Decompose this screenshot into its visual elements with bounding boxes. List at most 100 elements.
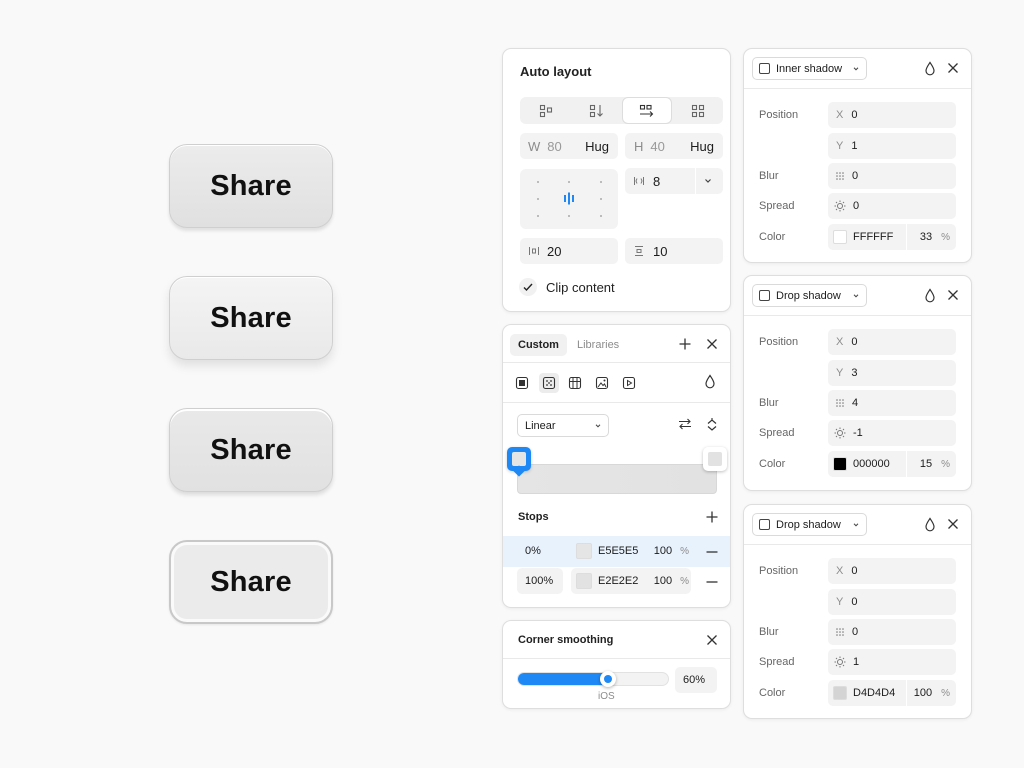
align-dot bbox=[568, 181, 570, 183]
align-dot bbox=[537, 181, 539, 183]
fill-header-divider bbox=[503, 362, 730, 363]
horizontal-padding-field[interactable]: 20 bbox=[520, 238, 618, 264]
color-field[interactable]: D4D4D4 100 % bbox=[828, 680, 956, 706]
y-value: 0 bbox=[851, 596, 858, 608]
chevron-down-icon[interactable] bbox=[703, 176, 713, 186]
close-icon[interactable] bbox=[946, 288, 960, 302]
corner-divider bbox=[503, 658, 730, 659]
stop-position: 100% bbox=[525, 575, 554, 587]
y-value: 1 bbox=[851, 140, 858, 152]
vertical-padding-field[interactable]: 10 bbox=[625, 238, 723, 264]
align-dot bbox=[600, 215, 602, 217]
y-label: Y bbox=[836, 596, 844, 608]
y-field[interactable]: Y 0 bbox=[828, 589, 956, 615]
blur-field[interactable]: 4 bbox=[828, 390, 956, 416]
close-icon[interactable] bbox=[705, 633, 719, 647]
x-label: X bbox=[836, 336, 844, 348]
align-dot bbox=[600, 198, 602, 200]
close-icon[interactable] bbox=[946, 61, 960, 75]
stop-position-field[interactable]: 0% bbox=[517, 538, 563, 564]
stop-position-field[interactable]: 100% bbox=[517, 568, 563, 594]
stop-color-field[interactable]: E5E5E5 100 % bbox=[571, 538, 691, 564]
corner-smoothing-value-field[interactable]: 60% bbox=[675, 667, 717, 693]
spread-field[interactable]: 0 bbox=[828, 193, 956, 219]
width-mode[interactable]: Hug bbox=[585, 139, 609, 154]
image-fill-icon[interactable] bbox=[593, 374, 611, 392]
pattern-fill-icon[interactable] bbox=[566, 374, 584, 392]
x-field[interactable]: X 0 bbox=[828, 558, 956, 584]
effect-square-icon bbox=[759, 290, 770, 301]
remove-stop-icon[interactable] bbox=[705, 575, 719, 589]
stops-title: Stops bbox=[518, 511, 549, 523]
x-value: 0 bbox=[851, 565, 858, 577]
color-field[interactable]: FFFFFF 33 % bbox=[828, 224, 956, 250]
gap-value: 8 bbox=[653, 173, 661, 189]
opacity-drop-icon[interactable] bbox=[703, 374, 717, 390]
effect-type-label: Drop shadow bbox=[776, 518, 841, 531]
share-button-variant-3[interactable]: Share bbox=[169, 408, 333, 492]
rotate-icon[interactable] bbox=[705, 417, 719, 433]
share-button-variant-2[interactable]: Share bbox=[169, 276, 333, 360]
width-field[interactable]: W 80 Hug bbox=[520, 133, 618, 159]
video-fill-icon[interactable] bbox=[620, 374, 638, 392]
gradient-stop-handle-start[interactable] bbox=[507, 447, 531, 477]
close-icon[interactable] bbox=[946, 517, 960, 531]
remove-stop-icon[interactable] bbox=[705, 545, 719, 559]
gradient-preview-bar[interactable] bbox=[517, 464, 717, 494]
effect-header-divider bbox=[744, 315, 971, 316]
effect-type-dropdown[interactable]: Drop shadow bbox=[752, 513, 867, 536]
effect-visibility-drop-icon[interactable] bbox=[923, 61, 937, 77]
gradient-type-dropdown[interactable]: Linear bbox=[517, 414, 609, 437]
x-field[interactable]: X 0 bbox=[828, 102, 956, 128]
direction-grid-icon[interactable] bbox=[672, 97, 723, 124]
share-button-variant-4[interactable]: Share bbox=[169, 540, 333, 624]
height-field[interactable]: H 40 Hug bbox=[625, 133, 723, 159]
color-hex: 000000 bbox=[853, 458, 890, 470]
close-icon[interactable] bbox=[705, 337, 719, 351]
solid-fill-icon[interactable] bbox=[513, 374, 531, 392]
blur-icon bbox=[835, 171, 845, 181]
clip-content-checkbox[interactable] bbox=[519, 278, 537, 296]
y-field[interactable]: Y 3 bbox=[828, 360, 956, 386]
spread-field[interactable]: -1 bbox=[828, 420, 956, 446]
x-label: X bbox=[836, 565, 844, 577]
add-stop-icon[interactable] bbox=[705, 510, 719, 524]
blur-field[interactable]: 0 bbox=[828, 619, 956, 645]
spread-field[interactable]: 1 bbox=[828, 649, 956, 675]
tab-libraries[interactable]: Libraries bbox=[577, 339, 619, 351]
thumb-dot bbox=[604, 675, 613, 683]
direction-wrap-icon[interactable] bbox=[520, 97, 571, 124]
effect-type-dropdown[interactable]: Inner shadow bbox=[752, 57, 867, 80]
position-label: Position bbox=[759, 109, 799, 121]
direction-horizontal-icon[interactable] bbox=[622, 97, 672, 124]
effect-visibility-drop-icon[interactable] bbox=[923, 517, 937, 533]
share-button-variant-1[interactable]: Share bbox=[169, 144, 333, 228]
tab-custom[interactable]: Custom bbox=[510, 334, 567, 356]
height-value: 40 bbox=[650, 138, 665, 154]
gradient-stop-handle-end[interactable] bbox=[703, 447, 727, 471]
y-field[interactable]: Y 1 bbox=[828, 133, 956, 159]
gap-field[interactable]: 8 bbox=[625, 168, 723, 194]
color-opacity-unit: % bbox=[941, 687, 950, 699]
effect-visibility-drop-icon[interactable] bbox=[923, 288, 937, 304]
effect-header-divider bbox=[744, 88, 971, 89]
add-icon[interactable] bbox=[678, 337, 692, 351]
blur-field[interactable]: 0 bbox=[828, 163, 956, 189]
direction-vertical-icon[interactable] bbox=[571, 97, 622, 124]
effect-type-dropdown[interactable]: Drop shadow bbox=[752, 284, 867, 307]
alignment-grid[interactable] bbox=[520, 169, 618, 229]
x-field[interactable]: X 0 bbox=[828, 329, 956, 355]
color-field[interactable]: 000000 15 % bbox=[828, 451, 956, 477]
height-mode[interactable]: Hug bbox=[690, 139, 714, 154]
stop-swatch bbox=[576, 543, 592, 559]
align-dot bbox=[568, 215, 570, 217]
corner-smoothing-slider-track[interactable] bbox=[517, 672, 669, 686]
align-dot bbox=[537, 215, 539, 217]
fill-type-divider bbox=[503, 402, 730, 403]
color-hex: FFFFFF bbox=[853, 231, 894, 243]
stop-opacity: 100 bbox=[653, 545, 673, 557]
gradient-fill-icon[interactable] bbox=[539, 373, 559, 393]
align-center-icon bbox=[563, 192, 575, 205]
swap-icon[interactable] bbox=[677, 417, 693, 431]
stop-color-field[interactable]: E2E2E2 100 % bbox=[571, 568, 691, 594]
